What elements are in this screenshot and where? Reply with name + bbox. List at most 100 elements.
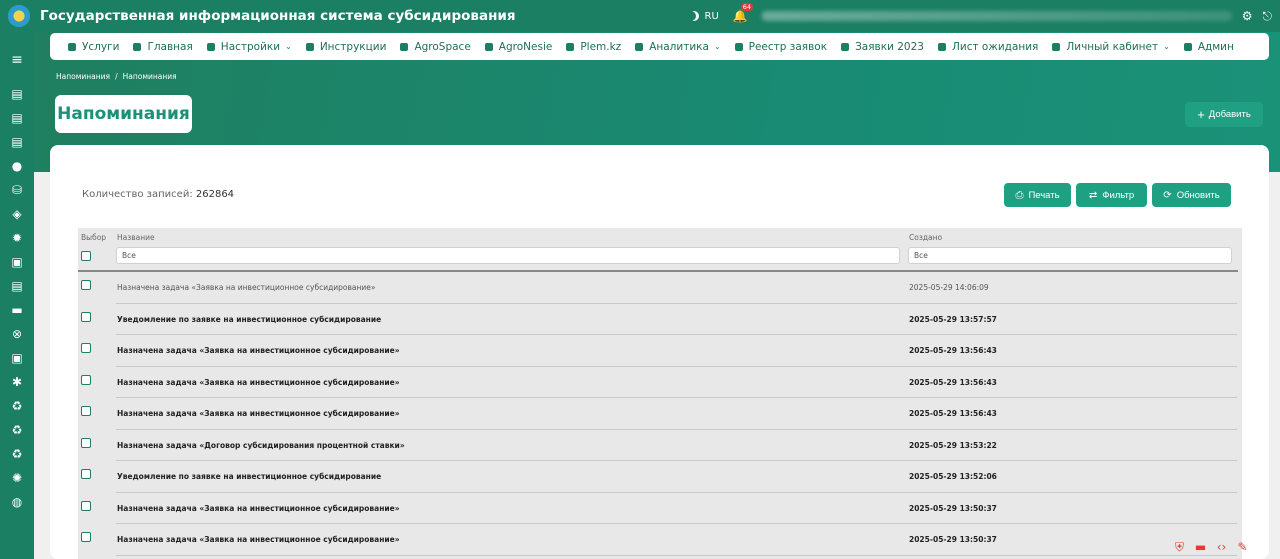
monitor-icon[interactable]: ▬ <box>1193 540 1208 555</box>
row-divider <box>116 397 1237 398</box>
sidebar-asterisk-icon[interactable]: ✱ <box>0 370 34 394</box>
code-icon[interactable]: ‹› <box>1214 540 1229 555</box>
nav-item[interactable]: AgroNesie <box>484 41 552 53</box>
nav-item-icon <box>484 42 493 51</box>
nav-item-icon <box>400 42 409 51</box>
column-header-name[interactable]: Название <box>117 233 155 242</box>
nav-item[interactable]: Личный кабинет ⌄ <box>1052 41 1170 53</box>
row-name[interactable]: Назначена задача «Заявка на инвестиционн… <box>117 378 400 387</box>
breadcrumb-home[interactable]: Напоминания <box>56 72 110 81</box>
row-divider <box>116 554 1237 556</box>
nav-item[interactable]: Лист ожидания <box>937 40 1039 53</box>
sidebar-recycle-icon[interactable]: ♻ <box>0 442 34 466</box>
nav-item[interactable]: Инструкции <box>305 41 386 53</box>
top-bar: Государственная информационная система с… <box>0 0 1280 32</box>
page-title-box: Напоминания <box>55 95 192 133</box>
language-selector[interactable]: RU <box>705 11 719 22</box>
chevron-down-icon: ⌄ <box>285 42 292 51</box>
created-filter-input[interactable] <box>908 247 1232 264</box>
sidebar-list-icon[interactable]: ▣ <box>0 250 34 274</box>
sidebar-gear-icon[interactable]: ✹ <box>0 226 34 250</box>
row-name[interactable]: Назначена задача «Заявка на инвестиционн… <box>117 283 375 292</box>
nav-item-label: AgroSpace <box>414 40 471 53</box>
plus-icon: + <box>1197 107 1205 122</box>
row-checkbox[interactable] <box>81 343 91 353</box>
row-name[interactable]: Назначена задача «Договор субсидирования… <box>117 441 405 450</box>
row-name[interactable]: Назначена задача «Заявка на инвестиционн… <box>117 504 400 513</box>
sidebar-car-icon[interactable]: ▬ <box>0 298 34 322</box>
row-divider <box>116 334 1237 335</box>
sidebar-file-icon[interactable]: ▤ <box>0 274 34 298</box>
nav-item-icon <box>937 42 946 51</box>
name-filter-input[interactable] <box>116 247 900 264</box>
notifications-badge: 64 <box>740 3 754 11</box>
settings-gear-icon[interactable]: ⚙ <box>1242 9 1253 23</box>
sidebar-close-circle-icon[interactable]: ⊗ <box>0 322 34 346</box>
row-checkbox[interactable] <box>81 437 91 448</box>
row-checkbox[interactable] <box>81 374 91 385</box>
nav-item[interactable]: Настройки ⌄ <box>206 40 292 53</box>
sidebar-globe-icon[interactable]: ◍ <box>0 490 34 514</box>
nav-item-icon <box>635 42 644 51</box>
refresh-button[interactable]: ⟳ Обновить <box>1152 183 1231 207</box>
row-name[interactable]: Уведомление по заявке на инвестиционное … <box>117 472 381 481</box>
select-all-checkbox[interactable] <box>81 251 91 261</box>
column-header-select: Выбор <box>81 233 107 242</box>
nav-item-label: Аналитика <box>649 40 709 53</box>
nav-item[interactable]: Заявки 2023 <box>841 41 924 53</box>
nav-item-icon <box>133 42 142 51</box>
nav-item-label: Настройки <box>220 40 281 53</box>
sidebar-document-icon[interactable]: ▤ <box>0 82 34 106</box>
sidebar-recycle-icon[interactable]: ♻ <box>0 418 34 442</box>
sidebar-recycle-icon[interactable]: ♻ <box>0 394 34 418</box>
row-name[interactable]: Назначена задача «Заявка на инвестиционн… <box>117 535 400 544</box>
nav-item[interactable]: Аналитика ⌄ <box>635 40 721 53</box>
menu-toggle-icon[interactable]: ≡ <box>0 48 34 72</box>
header-divider <box>78 270 1238 272</box>
row-checkbox[interactable] <box>81 469 91 479</box>
logout-icon[interactable]: ⎋ <box>1263 9 1273 24</box>
row-checkbox[interactable] <box>81 311 91 322</box>
sidebar-cog-icon[interactable]: ✺ <box>0 466 34 490</box>
row-created-date: 2025-05-29 13:50:37 <box>909 503 997 513</box>
column-header-created[interactable]: Создано <box>909 233 942 242</box>
edit-icon[interactable]: ✎ <box>1235 540 1250 555</box>
row-checkbox[interactable] <box>81 500 91 511</box>
print-button[interactable]: ⎙ Печать <box>1004 183 1071 207</box>
notifications-bell-icon[interactable]: 🔔 64 <box>733 3 754 23</box>
dark-mode-toggle-icon[interactable] <box>689 11 699 21</box>
nav-item-label: Лист ожидания <box>951 40 1039 53</box>
row-checkbox[interactable] <box>81 280 91 290</box>
sidebar-document-icon[interactable]: ▤ <box>0 106 34 130</box>
row-created-date: 2025-05-29 13:56:43 <box>909 409 997 418</box>
row-created-date: 2025-05-29 13:56:43 <box>909 377 997 387</box>
row-checkbox[interactable] <box>81 532 91 542</box>
nav-item[interactable]: AgroSpace <box>400 40 471 53</box>
page-title: Напоминания <box>57 104 190 124</box>
row-divider <box>116 523 1237 524</box>
row-name[interactable]: Назначена задача «Заявка на инвестиционн… <box>117 409 400 418</box>
nav-item[interactable]: Админ <box>1183 41 1234 53</box>
nav-item[interactable]: Реестр заявок <box>734 41 827 53</box>
add-button[interactable]: + Добавить <box>1185 102 1263 127</box>
nav-item[interactable]: Plem.kz <box>566 41 621 53</box>
row-checkbox[interactable] <box>81 406 91 416</box>
sidebar-database-icon[interactable]: ⛁ <box>0 178 34 202</box>
nav-item[interactable]: Услуги <box>68 41 119 53</box>
row-created-date: 2025-05-29 14:06:09 <box>909 283 989 292</box>
sidebar-list-icon[interactable]: ▣ <box>0 346 34 370</box>
breadcrumb-current: Напоминания <box>122 72 177 81</box>
shield-icon[interactable]: ⛨ <box>1172 540 1187 555</box>
sidebar-document-icon[interactable]: ▤ <box>0 130 34 154</box>
printer-icon: ⎙ <box>1015 189 1024 201</box>
sidebar-cubes-icon[interactable]: ◈ <box>0 202 34 226</box>
row-name[interactable]: Назначена задача «Заявка на инвестиционн… <box>117 346 400 355</box>
row-name[interactable]: Уведомление по заявке на инвестиционное … <box>117 315 381 324</box>
nav-item-icon <box>1052 42 1061 51</box>
nav-item-icon <box>206 42 215 51</box>
nav-item-icon <box>734 42 743 51</box>
nav-item[interactable]: Главная <box>133 41 193 53</box>
sidebar-user-icon[interactable]: ● <box>0 154 34 178</box>
state-emblem-logo <box>8 5 30 27</box>
filter-button[interactable]: ⇄ Фильтр <box>1076 183 1147 207</box>
